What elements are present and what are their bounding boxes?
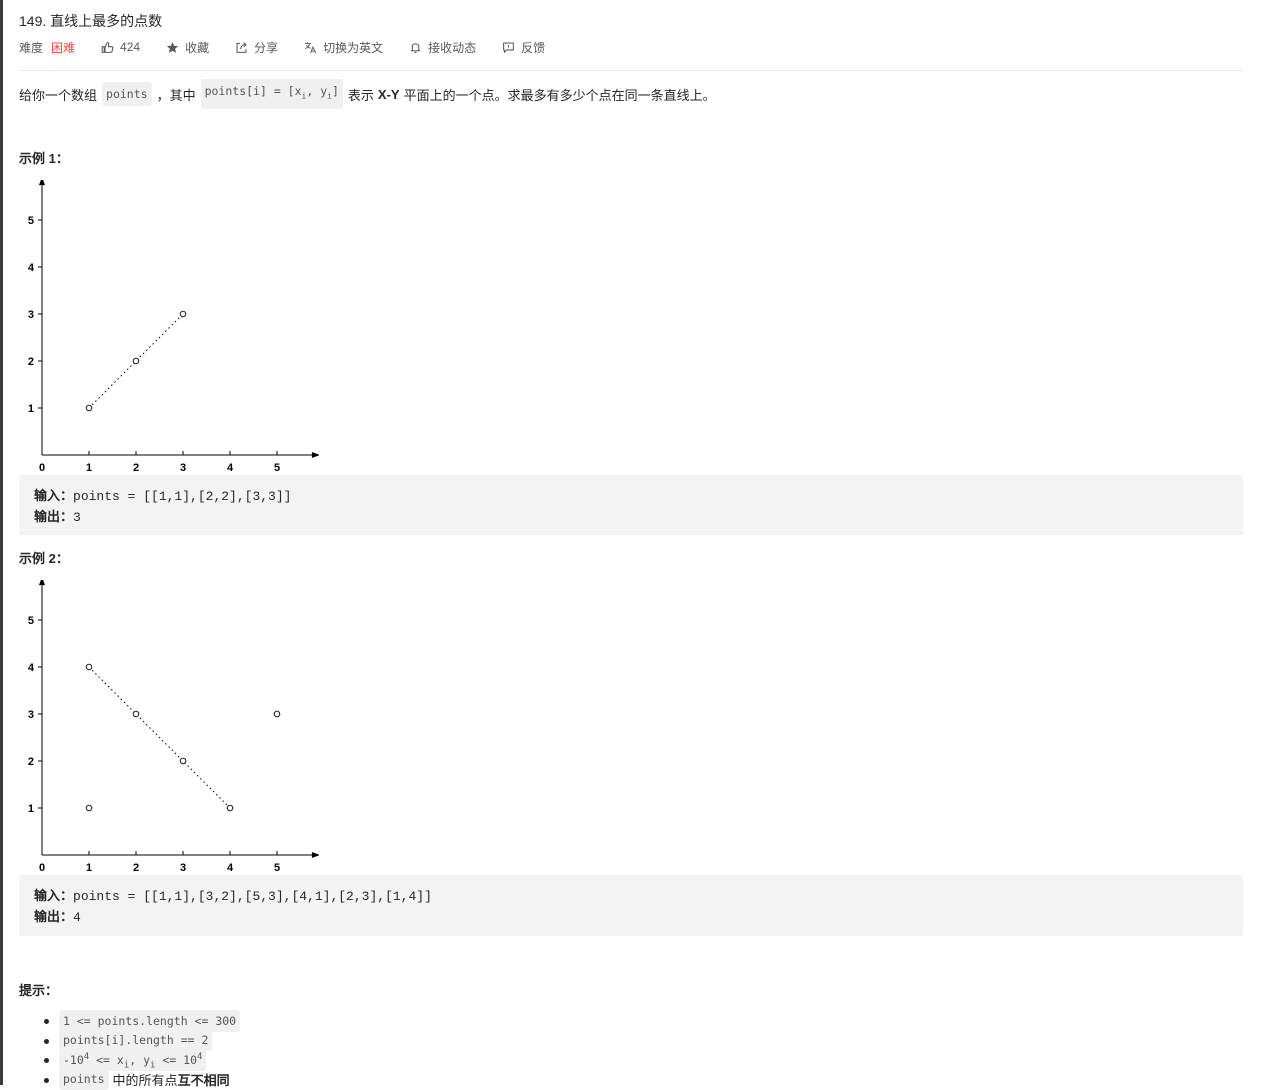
example-1-output-line: 输出：3 [34,506,81,525]
star-icon [166,41,179,53]
x-tick-label: 3 [180,862,186,874]
example-1-output-label: 输出： [34,509,74,524]
example-1-input-value: points = [[1,1],[2,2],[3,3]] [73,489,292,504]
x-tick-label: 2 [133,462,139,474]
constraint-code: points [59,1068,109,1090]
x-axis-arrow [311,452,319,458]
constraint-bold: 互不相同 [177,1072,230,1088]
example-1-io-block: 输入：points = [[1,1],[2,2],[3,3]] 输出：3 [19,475,1243,535]
example-2-heading: 示例 2： [19,551,69,566]
data-point [85,663,93,671]
desc-bold-xy: X-Y [377,86,400,102]
example-2-input-label: 输入： [34,888,74,903]
desc-text-4: 平面上的一个点。求最多有多少个点在同一条直线上。 [403,87,716,103]
bell-icon [411,42,421,53]
difficulty-badge: 困难 [51,40,76,55]
feedback-icon [503,42,515,53]
desc-code-point-def: points[i] = [xi, yi] [200,79,343,109]
switch-language-button[interactable]: 切换为英文 [304,39,383,56]
x-tick-label: 0 [39,862,45,874]
x-tick-label: 5 [274,462,280,474]
example-1-plot: 0 1 2 3 4 5 1 2 3 4 5 [28,180,319,474]
constraint-code: points[i].length == 2 [59,1029,213,1052]
x-tick-label: 5 [274,862,280,874]
data-point [132,710,140,718]
desc-text-3: 表示 [347,87,374,103]
constraint-item: -104 <= xi, yi <= 104 [19,1048,244,1071]
y-tick-label: 1 [28,803,34,815]
data-point [132,357,140,365]
subscribe-label: 接收动态 [428,40,477,55]
data-point [85,804,93,812]
data-point [226,804,234,812]
y-tick-label: 5 [28,615,34,627]
x-tick-label: 4 [227,862,234,874]
example-2-output-line: 输出：4 [34,906,81,925]
x-tick-label: 1 [86,862,92,874]
subscribe-button[interactable]: 接收动态 [409,39,476,56]
desc-text-1: 给你一个数组 [19,87,98,103]
constraint-item: points 中的所有点 互不相同 [19,1068,244,1090]
left-edge-bar [0,0,3,1085]
constraint-text: 中的所有点 [112,1072,178,1088]
problem-title: 149. 直线上最多的点数 [19,13,163,29]
example-2-input-line: 输入：points = [[1,1],[3,2],[5,3],[4,1],[2,… [34,885,432,904]
constraint-item: 1 <= points.length <= 300 [19,1009,244,1032]
problem-meta-bar: 难度 困难 424 收藏 分享 切换为英文 接收动态 反馈 [19,38,545,56]
y-tick-label: 5 [28,215,34,227]
example-1-input-line: 输入：points = [[1,1],[2,2],[3,3]] [34,485,291,504]
x-tick-label: 1 [86,462,92,474]
y-tick-label: 4 [28,262,35,274]
x-axis-arrow [311,852,319,858]
data-point [273,710,281,718]
x-tick-label: 0 [39,462,45,474]
collinear-line [88,666,231,809]
favorite-button[interactable]: 收藏 [166,39,209,56]
x-tick-label: 2 [133,862,139,874]
x-tick-label: 3 [180,462,186,474]
desc-text-2: ，其中 [156,87,196,103]
header-divider [19,70,1243,71]
data-point [179,757,187,765]
x-tick-label: 4 [227,462,234,474]
favorite-label: 收藏 [185,40,210,55]
example-1-input-label: 输入： [34,488,74,503]
y-axis-arrow [39,580,45,586]
example-1-output-value: 3 [73,510,81,525]
like-count: 424 [120,40,141,54]
like-button[interactable]: 424 [101,40,140,54]
hints-heading: 提示： [19,983,59,998]
example-2-output-label: 输出： [34,909,74,924]
y-tick-label: 4 [28,662,35,674]
example-2-io-block: 输入：points = [[1,1],[3,2],[5,3],[4,1],[2,… [19,875,1243,936]
example-2-plot: 0 1 2 3 4 5 1 2 3 4 5 [28,580,319,874]
share-icon [236,41,247,53]
y-tick-label: 3 [28,309,34,321]
share-button[interactable]: 分享 [235,39,278,56]
difficulty-label: 难度 [19,40,44,55]
thumbs-up-icon [101,41,114,53]
data-point [179,310,187,318]
translate-icon [304,41,317,53]
feedback-label: 反馈 [521,40,546,55]
constraint-item: points[i].length == 2 [19,1029,244,1052]
y-tick-label: 1 [28,403,34,415]
y-tick-label: 3 [28,709,34,721]
example-1-heading: 示例 1： [19,151,69,166]
switch-language-label: 切换为英文 [323,40,384,55]
y-axis-arrow [39,180,45,186]
constraints-list: 1 <= points.length <= 300 points[i].leng… [19,1009,244,1090]
feedback-button[interactable]: 反馈 [502,39,545,56]
y-tick-label: 2 [28,756,34,768]
problem-description: 给你一个数组 points ，其中 points[i] = [xi, yi] 表… [19,79,716,109]
desc-code-points: points [102,82,152,106]
share-label: 分享 [254,40,279,55]
y-tick-label: 2 [28,356,34,368]
data-point [85,404,93,412]
example-2-output-value: 4 [73,910,81,925]
example-2-input-value: points = [[1,1],[3,2],[5,3],[4,1],[2,3],… [73,889,432,904]
